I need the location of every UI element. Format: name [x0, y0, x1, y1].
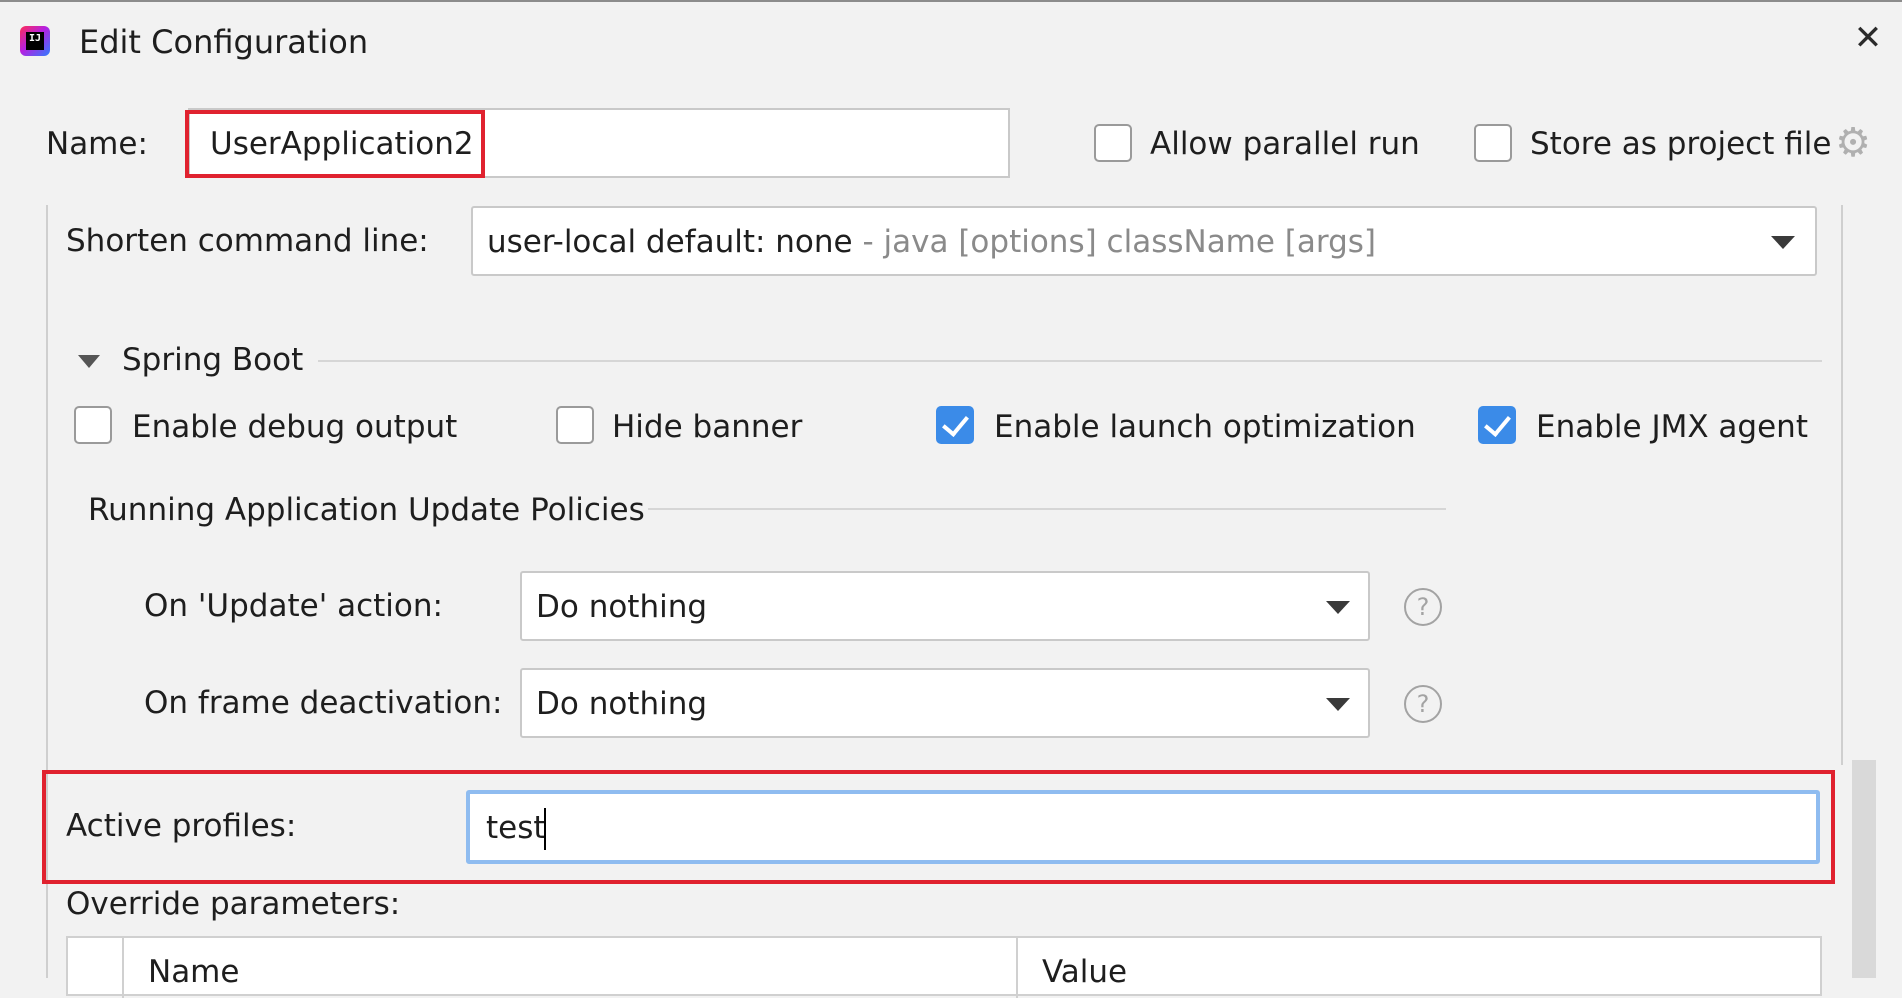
help-icon[interactable]: ? — [1404, 588, 1442, 626]
override-parameters-table[interactable]: Name Value — [66, 936, 1822, 998]
store-project-checkbox[interactable] — [1474, 124, 1512, 162]
help-icon[interactable]: ? — [1404, 685, 1442, 723]
jmx-agent-checkbox[interactable] — [1478, 406, 1516, 444]
text-cursor — [544, 808, 546, 850]
frame-deactivation-label: On frame deactivation: — [144, 685, 503, 721]
name-highlight-box — [185, 110, 485, 178]
active-profiles-label: Active profiles: — [66, 808, 297, 844]
chevron-down-icon — [1326, 601, 1350, 614]
intellij-app-icon: IJ — [20, 26, 50, 56]
jmx-agent-label: Enable JMX agent — [1536, 409, 1808, 445]
debug-output-label: Enable debug output — [132, 409, 458, 445]
panel-right-border — [1841, 205, 1843, 765]
table-column-divider — [122, 938, 124, 998]
chevron-down-icon — [1771, 236, 1795, 249]
window-title: Edit Configuration — [79, 23, 369, 61]
shorten-dropdown[interactable]: user-local default: none - java [options… — [471, 206, 1817, 276]
table-column-divider — [1016, 938, 1018, 998]
hide-banner-label: Hide banner — [612, 409, 803, 445]
name-label: Name: — [46, 126, 148, 162]
spring-boot-section-title: Spring Boot — [122, 342, 304, 378]
shorten-value: user-local default: none - java [options… — [487, 224, 1377, 260]
update-action-value: Do nothing — [536, 589, 708, 625]
store-project-label: Store as project file — [1530, 126, 1832, 162]
launch-optimization-label: Enable launch optimization — [994, 409, 1416, 445]
override-parameters-label: Override parameters: — [66, 886, 401, 922]
active-profiles-input[interactable]: test — [466, 790, 1820, 864]
policies-section-title: Running Application Update Policies — [88, 492, 645, 528]
allow-parallel-checkbox[interactable] — [1094, 124, 1132, 162]
update-action-dropdown[interactable]: Do nothing — [520, 571, 1370, 641]
chevron-down-icon — [1326, 698, 1350, 711]
table-header-value[interactable]: Value — [1042, 952, 1127, 992]
section-separator — [318, 360, 1822, 362]
shorten-label: Shorten command line: — [66, 223, 429, 259]
allow-parallel-label: Allow parallel run — [1150, 126, 1420, 162]
gear-icon[interactable]: ⚙ — [1834, 123, 1872, 163]
close-icon[interactable]: ✕ — [1848, 18, 1888, 58]
hide-banner-checkbox[interactable] — [556, 406, 594, 444]
debug-output-checkbox[interactable] — [74, 406, 112, 444]
policies-separator — [648, 508, 1446, 510]
vertical-scrollbar[interactable] — [1852, 760, 1876, 978]
frame-deactivation-value: Do nothing — [536, 686, 708, 722]
window-top-border — [0, 0, 1902, 2]
active-profiles-value: test — [486, 810, 546, 846]
update-action-label: On 'Update' action: — [144, 588, 443, 624]
table-header-name[interactable]: Name — [148, 952, 239, 992]
launch-optimization-checkbox[interactable] — [936, 406, 974, 444]
collapse-triangle-icon[interactable] — [78, 355, 100, 368]
frame-deactivation-dropdown[interactable]: Do nothing — [520, 668, 1370, 738]
